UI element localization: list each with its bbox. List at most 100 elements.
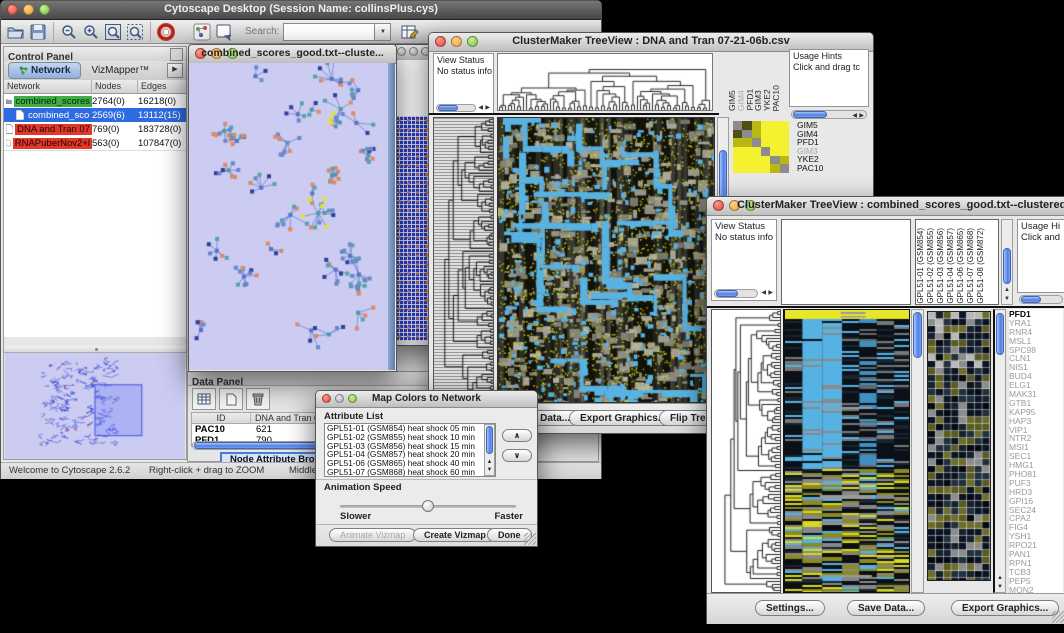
- network-table-header[interactable]: Network Nodes Edges: [4, 80, 186, 94]
- close-button[interactable]: [397, 47, 406, 56]
- tv1-hints-hscrollbar[interactable]: ◀ ▶: [791, 110, 867, 119]
- dialog-titlebar[interactable]: Map Colors to Network: [316, 391, 537, 408]
- tv2-attribute-heatmap[interactable]: [928, 312, 990, 580]
- network-row[interactable]: DNA and Tran 07 769(0) 183728(0): [4, 122, 186, 136]
- gene-label[interactable]: MSI1: [1009, 442, 1063, 451]
- gene-label[interactable]: PUF3: [1009, 478, 1063, 487]
- export-graphics-button[interactable]: Export Graphics...: [951, 600, 1059, 616]
- zoom-selected-icon[interactable]: [124, 22, 146, 42]
- search-dropdown-button[interactable]: ▼: [375, 23, 391, 41]
- data-col-id[interactable]: ID: [192, 413, 251, 423]
- gene-label[interactable]: HMG1: [1009, 460, 1063, 469]
- network-view-titlebar[interactable]: combined_scores_good.txt--cluste...: [189, 45, 396, 64]
- create-vizmap-button[interactable]: Create Vizmap: [413, 528, 497, 542]
- row-label[interactable]: PAC10: [797, 164, 837, 173]
- tv2-status-hscrollbar[interactable]: [714, 289, 758, 298]
- gene-label[interactable]: YSH1: [1009, 531, 1063, 540]
- scroll-up-icon[interactable]: ▲: [995, 574, 1005, 582]
- delete-attribute-icon[interactable]: [246, 388, 270, 410]
- gene-label[interactable]: MAK31: [1009, 389, 1063, 398]
- scroll-down-icon[interactable]: ▼: [485, 466, 494, 474]
- scroll-down-icon[interactable]: ▼: [1002, 295, 1012, 303]
- tv1-column-dendrogram[interactable]: [498, 54, 712, 110]
- scroll-right-icon[interactable]: ▶: [768, 289, 773, 297]
- scroll-up-icon[interactable]: ▲: [485, 458, 494, 466]
- tv2-gene-vscrollbar[interactable]: ▲ ▼: [993, 309, 1006, 593]
- animate-vizmap-button[interactable]: Animate Vizmap: [329, 528, 416, 542]
- gene-label[interactable]: PFD1: [1009, 309, 1063, 318]
- gene-label[interactable]: MSL1: [1009, 336, 1063, 345]
- resize-grip[interactable]: [1052, 611, 1064, 623]
- gene-label[interactable]: RPO21: [1009, 540, 1063, 549]
- tab-network[interactable]: Network: [8, 62, 81, 79]
- move-down-button[interactable]: ∨: [502, 449, 532, 462]
- help-lifesaver-icon[interactable]: [155, 22, 177, 42]
- gene-label[interactable]: GPI16: [1009, 496, 1063, 505]
- move-up-button[interactable]: ∧: [502, 429, 532, 442]
- network-canvas[interactable]: [189, 63, 388, 370]
- tv2-heatmap[interactable]: [785, 310, 909, 592]
- column-label[interactable]: GPL51-06 (GSM865): [956, 228, 965, 304]
- gene-label[interactable]: CPA2: [1009, 513, 1063, 522]
- minimize-button[interactable]: [409, 47, 418, 56]
- vizmapper-icon[interactable]: [191, 22, 213, 42]
- column-label[interactable]: GPL51-01 (GSM854): [916, 228, 925, 304]
- gene-label[interactable]: SEC24: [1009, 505, 1063, 514]
- gene-label[interactable]: ELG1: [1009, 380, 1063, 389]
- panel-divider[interactable]: [4, 346, 186, 353]
- gene-label[interactable]: RPN1: [1009, 558, 1063, 567]
- gene-label[interactable]: KAP95: [1009, 407, 1063, 416]
- column-label[interactable]: GIM5: [727, 90, 735, 111]
- zoom-out-icon[interactable]: [58, 22, 80, 42]
- select-attributes-icon[interactable]: [192, 388, 216, 410]
- gene-label[interactable]: SPC98: [1009, 345, 1063, 354]
- scroll-up-icon[interactable]: ▲: [1002, 286, 1012, 294]
- gene-label[interactable]: VIP1: [1009, 425, 1063, 434]
- attribute-editor-icon[interactable]: [399, 22, 421, 42]
- column-label[interactable]: GPL51-03 (GSM856): [936, 228, 945, 304]
- slider-thumb[interactable]: [422, 500, 434, 512]
- gene-label[interactable]: SEC1: [1009, 451, 1063, 460]
- column-label[interactable]: GPL51-07 (GSM868): [966, 228, 975, 304]
- save-data-button[interactable]: Save Data...: [847, 600, 925, 616]
- attribute-item[interactable]: GPL51-07 (GSM868) heat shock 60 min: [327, 468, 495, 477]
- gene-label[interactable]: PHO81: [1009, 469, 1063, 478]
- annotation-icon[interactable]: [213, 22, 235, 42]
- tv1-heatmap[interactable]: [498, 118, 714, 402]
- column-label[interactable]: GPL51-02 (GSM855): [926, 228, 935, 304]
- column-label[interactable]: PFD1: [745, 89, 753, 111]
- open-file-icon[interactable]: [5, 22, 27, 42]
- scroll-right-icon[interactable]: ▶: [485, 104, 490, 112]
- gene-label[interactable]: BUD4: [1009, 371, 1063, 380]
- gene-label[interactable]: PEP5: [1009, 576, 1063, 585]
- network-view-vscrollbar[interactable]: [388, 63, 395, 370]
- gene-label[interactable]: CLN1: [1009, 353, 1063, 362]
- search-input[interactable]: [283, 23, 375, 41]
- network-list-empty-area[interactable]: [4, 150, 186, 337]
- column-label[interactable]: GPL51-08 (GSM872): [976, 228, 985, 304]
- zoom-in-icon[interactable]: [80, 22, 102, 42]
- tab-overflow-button[interactable]: ▶: [167, 63, 183, 78]
- settings-button[interactable]: Settings...: [755, 600, 825, 616]
- col-edges[interactable]: Edges: [138, 80, 186, 93]
- network-row-selected[interactable]: combined_sco 2569(6) 13112(15): [4, 108, 186, 122]
- gene-label[interactable]: RNR4: [1009, 327, 1063, 336]
- attribute-list-vscrollbar[interactable]: ▲ ▼: [484, 424, 495, 476]
- tv2-top-vscrollbar[interactable]: ▲ ▼: [1001, 219, 1013, 305]
- scroll-left-icon[interactable]: ◀: [852, 112, 857, 120]
- gene-label[interactable]: HRD3: [1009, 487, 1063, 496]
- network-row[interactable]: RNAPuberNov2+l 563(0) 107847(0): [4, 136, 186, 150]
- gene-label[interactable]: NTR2: [1009, 433, 1063, 442]
- col-network[interactable]: Network: [4, 80, 92, 93]
- gene-label[interactable]: NIS1: [1009, 362, 1063, 371]
- resize-grip[interactable]: [524, 533, 536, 545]
- scroll-left-icon[interactable]: ◀: [761, 289, 766, 297]
- tv1-mini-heatmap[interactable]: [733, 121, 789, 173]
- tv1-row-dendrogram-strip[interactable]: [433, 117, 494, 403]
- tv2-column-dendrogram-area[interactable]: [781, 219, 911, 305]
- tv1-row-dendrogram[interactable]: [434, 118, 493, 402]
- column-label[interactable]: GPL51-04 (GSM857): [946, 228, 955, 304]
- tv1-status-hscrollbar[interactable]: [436, 104, 476, 112]
- new-attribute-icon[interactable]: [219, 388, 243, 410]
- tv2-hints-hscrollbar[interactable]: [1019, 295, 1063, 304]
